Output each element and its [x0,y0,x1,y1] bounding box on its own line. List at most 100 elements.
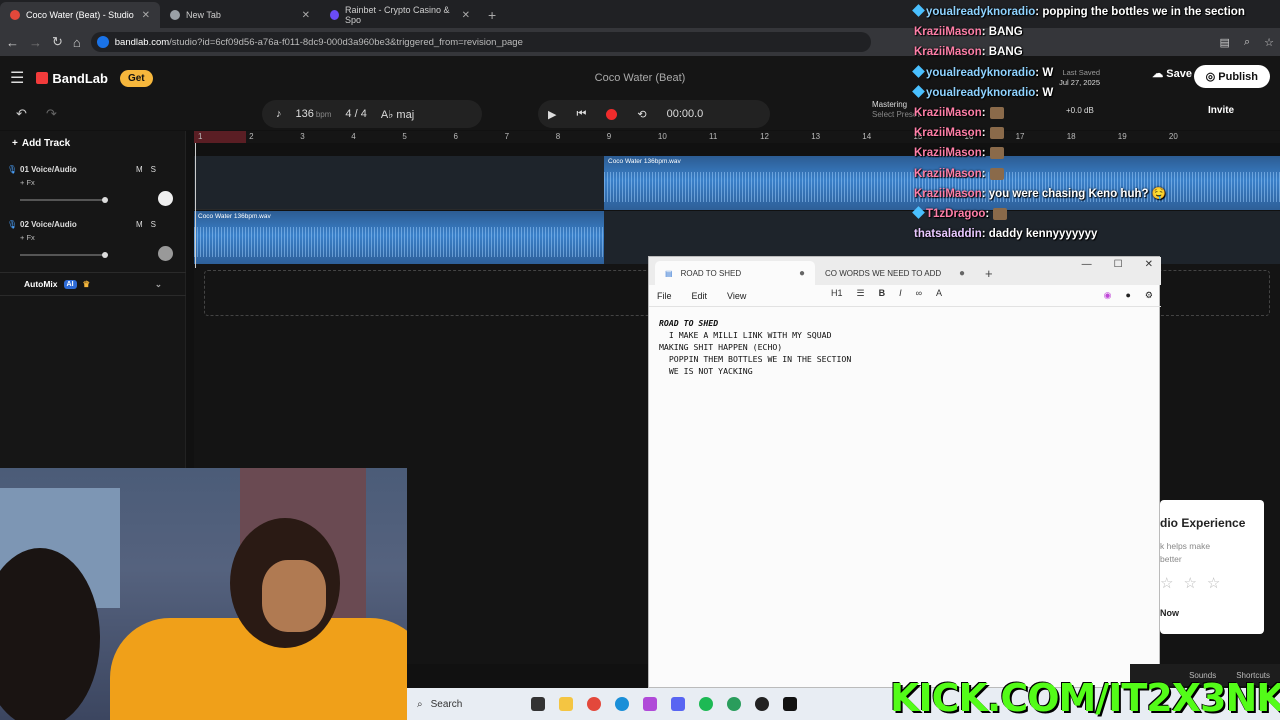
mute-solo[interactable]: MS [136,165,164,174]
bold-icon[interactable]: B [879,288,886,299]
track-name[interactable]: 02 Voice/Audio [20,220,77,229]
record-icon[interactable] [606,108,618,120]
chat-username[interactable]: youalreadyknoradio [926,6,1035,18]
waveform [194,227,604,257]
chat-username[interactable]: KraziiMason [914,107,982,119]
link-icon[interactable]: ∞ [916,288,922,299]
account-icon[interactable]: ● [1125,290,1130,301]
chat-username[interactable]: KraziiMason [914,46,982,58]
menu-icon[interactable]: ☰ [10,68,24,88]
forward-icon[interactable]: → [29,35,42,50]
notepad-tab-label: ROAD TO SHED [680,268,742,278]
mute-button[interactable]: M [136,220,151,229]
track-header-02[interactable]: 🎙 02 Voice/Audio + Fx MS [0,212,186,266]
taskbar-search[interactable]: ⌕ Search [417,699,517,710]
undo-icon[interactable]: ↶ [16,106,27,122]
star-rating[interactable]: ☆☆☆ [1160,574,1230,592]
task-view-icon[interactable] [531,697,545,711]
maximize-icon[interactable]: ☐ [1114,259,1123,270]
menu-edit[interactable]: Edit [692,291,708,301]
bandlab-logo[interactable]: BandLab [36,71,108,86]
close-icon[interactable]: ✕ [142,10,150,21]
redo-icon[interactable]: ↷ [46,106,57,122]
add-fx-button[interactable]: + Fx [20,233,35,242]
volume-slider[interactable] [20,197,108,203]
mute-button[interactable]: M [136,165,151,174]
pan-knob[interactable] [158,191,173,206]
notepad-tab-co-words[interactable]: CO WORDS WE NEED TO ADD ● [815,261,975,285]
time-signature[interactable]: 4 / 4 [345,108,366,120]
close-icon[interactable]: ✕ [302,10,310,21]
spotify-icon[interactable] [699,697,713,711]
playhead[interactable] [195,143,196,268]
play-icon[interactable]: ▶ [548,108,556,121]
rate-now-button[interactable]: Now [1160,608,1179,618]
back-icon[interactable]: ← [6,35,19,50]
mastering-selector[interactable]: Mastering Select Preset [872,100,920,120]
notepad-new-tab-button[interactable]: + [975,261,1003,285]
unsaved-dot-icon[interactable]: ● [799,268,805,279]
list-icon[interactable]: ☰ [857,288,865,299]
copilot-app-icon[interactable] [643,697,657,711]
site-info-icon[interactable] [96,36,109,48]
italic-icon[interactable]: I [899,288,902,299]
notepad-tab-road-to-shed[interactable]: ▤ ROAD TO SHED ● [655,261,815,285]
skip-back-icon[interactable]: ⏮ [576,108,586,121]
new-tab-button[interactable]: + [480,2,504,28]
audio-clip[interactable]: Coco Water 136bpm.wav [194,211,604,265]
bpm-field[interactable]: 136 bpm [296,108,332,120]
edge-icon[interactable] [615,697,629,711]
reload-icon[interactable]: ↻ [52,34,63,50]
volume-handle[interactable] [102,197,108,203]
solo-button[interactable]: S [151,220,164,229]
key-selector[interactable]: A♭ maj [381,108,414,121]
chat-username[interactable]: KraziiMason [914,188,982,200]
tab-rainbet[interactable]: Rainbet - Crypto Casino & Spo ✕ [320,2,480,28]
chat-username[interactable]: youalreadyknoradio [926,87,1035,99]
chat-text: : you were chasing Keno huh? 🤤 [981,187,1167,200]
tab-new-tab[interactable]: New Tab ✕ [160,2,320,28]
notepad-icon: ▤ [665,268,673,278]
tab-coco-water[interactable]: Coco Water (Beat) - Studio ✕ [0,2,160,28]
clear-format-icon[interactable]: A [936,288,942,299]
file-explorer-icon[interactable] [559,697,573,711]
chat-username[interactable]: KraziiMason [914,147,982,159]
add-track-button[interactable]: + Add Track [0,131,186,155]
solo-button[interactable]: S [151,165,164,174]
chat-username[interactable]: T1zDragoo [926,208,985,220]
unsaved-dot-icon[interactable]: ● [959,268,965,279]
terminal-icon[interactable] [783,697,797,711]
notepad-text-area[interactable]: ROAD TO SHED I MAKE A MILLI LINK WITH MY… [659,317,851,377]
get-membership-button[interactable]: Get [119,69,153,87]
chat-username[interactable]: youalreadyknoradio [926,67,1035,79]
home-icon[interactable]: ⌂ [73,35,81,50]
volume-slider[interactable] [20,252,108,258]
chrome-icon[interactable] [587,697,601,711]
menu-file[interactable]: File [657,291,672,301]
settings-gear-icon[interactable]: ⚙ [1145,290,1153,301]
discord-icon[interactable] [671,697,685,711]
chat-username[interactable]: KraziiMason [914,26,982,38]
metronome-icon[interactable]: ♪ [276,108,282,120]
menu-view[interactable]: View [727,291,746,301]
close-icon[interactable]: ✕ [1145,259,1153,270]
track-header-01[interactable]: 🎙 01 Voice/Audio + Fx MS [0,157,186,211]
chat-username[interactable]: KraziiMason [914,168,982,180]
chevron-down-icon[interactable]: ⌄ [155,279,162,290]
loop-icon[interactable]: ⟲ [637,108,646,121]
add-fx-button[interactable]: + Fx [20,178,35,187]
url-field[interactable]: bandlab.com/studio?id=6cf09d56-a76a-f011… [90,32,871,52]
heading-dropdown[interactable]: H1 [831,288,843,299]
volume-handle[interactable] [102,252,108,258]
automix-row[interactable]: AutoMix AI ♛ ⌄ [0,272,186,296]
chrome-profile-icon[interactable] [727,697,741,711]
chat-username[interactable]: KraziiMason [914,127,982,139]
mute-solo[interactable]: MS [136,220,164,229]
track-name[interactable]: 01 Voice/Audio [20,165,77,174]
close-icon[interactable]: ✕ [462,10,470,21]
obs-icon[interactable] [755,697,769,711]
minimize-icon[interactable]: — [1082,259,1092,270]
copilot-icon[interactable]: ◉ [1104,290,1112,301]
pan-knob[interactable] [158,246,173,261]
chat-username[interactable]: thatsaladdin [914,228,982,240]
